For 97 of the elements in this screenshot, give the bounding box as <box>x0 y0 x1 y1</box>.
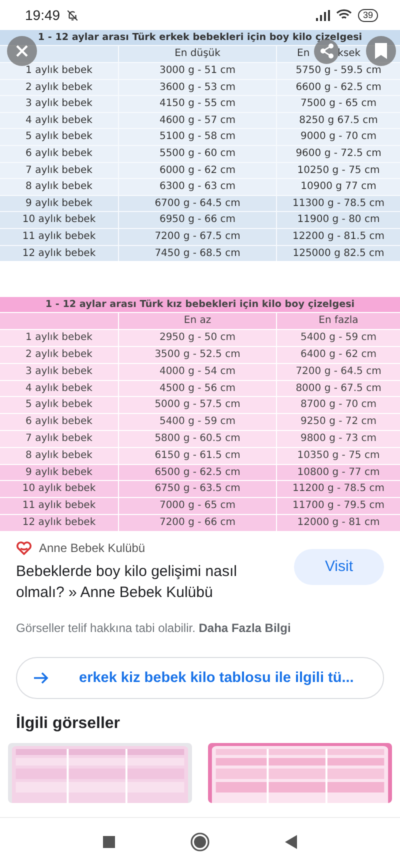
column-header: En düşük <box>119 46 276 62</box>
table-cell: 125000 g 82.5 cm <box>277 246 400 262</box>
table-cell: 4500 g - 56 cm <box>119 380 276 396</box>
table-cell: 7200 g - 66 cm <box>119 514 276 531</box>
table-cell: 10250 g - 75 cm <box>277 162 400 178</box>
table-cell: 8700 g - 70 cm <box>277 397 400 414</box>
table-cell: 6300 g - 63 cm <box>119 179 276 195</box>
table-cell: 3600 g - 53 cm <box>119 80 276 96</box>
table-cell: 1 aylık bebek <box>0 330 118 346</box>
table-cell: 7000 g - 65 cm <box>119 498 276 514</box>
table-cell: 12200 g - 81.5 cm <box>277 228 400 245</box>
table-cell: 7200 g - 64.5 cm <box>277 364 400 380</box>
table-cell: 11 aylık bebek <box>0 228 118 245</box>
table-cell: 3500 g - 52.5 cm <box>119 346 276 363</box>
table-cell: 10 aylık bebek <box>0 212 118 228</box>
table-cell: 5100 g - 58 cm <box>119 129 276 145</box>
table-cell: 6950 g - 66 cm <box>119 212 276 228</box>
table-cell: 5750 g - 59.5 cm <box>277 63 400 79</box>
table-cell: 7 aylık bebek <box>0 162 118 178</box>
bookmark-icon <box>375 43 387 59</box>
table-cell: 7450 g - 68.5 cm <box>119 246 276 262</box>
table-cell: 4600 g - 57 cm <box>119 112 276 128</box>
table-cell: 8000 g - 67.5 cm <box>277 380 400 396</box>
table-cell: 9800 g - 73 cm <box>277 430 400 447</box>
bell-off-icon <box>66 8 80 22</box>
table-cell: 7200 g - 67.5 cm <box>119 228 276 245</box>
table-cell: 4 aylık bebek <box>0 112 118 128</box>
table-cell: 5400 g - 59 cm <box>119 414 276 430</box>
close-icon <box>15 44 29 58</box>
table-cell: 12 aylık bebek <box>0 514 118 531</box>
table-cell: 10 aylık bebek <box>0 481 118 498</box>
column-header: En <box>297 47 310 61</box>
visit-button[interactable]: Visit <box>294 548 384 585</box>
table-cell: 6750 g - 63.5 cm <box>119 481 276 498</box>
table-cell: 4150 g - 55 cm <box>119 96 276 112</box>
battery-icon: 39 <box>358 8 378 22</box>
arrow-icon <box>33 670 49 685</box>
table-cell: 3000 g - 51 cm <box>119 63 276 79</box>
home-icon[interactable] <box>190 832 210 852</box>
table-cell: 6400 g - 62 cm <box>277 346 400 363</box>
table-cell: 7500 g - 65 cm <box>277 96 400 112</box>
table-cell: 6 aylık bebek <box>0 414 118 430</box>
table-cell: 2 aylık bebek <box>0 346 118 363</box>
back-icon[interactable] <box>285 835 297 849</box>
table-cell: 10800 g - 77 cm <box>277 464 400 480</box>
table-cell: 8 aylık bebek <box>0 448 118 464</box>
table-cell: 5000 g - 57.5 cm <box>119 397 276 414</box>
table-cell: 5 aylık bebek <box>0 129 118 145</box>
table-cell: 8 aylık bebek <box>0 179 118 195</box>
table-cell: 9 aylık bebek <box>0 464 118 480</box>
table-cell: 10900 g 77 cm <box>277 179 400 195</box>
table-cell: 5 aylık bebek <box>0 397 118 414</box>
table-cell: 5500 g - 60 cm <box>119 146 276 162</box>
share-icon <box>318 43 334 59</box>
related-search-button[interactable]: erkek kiz bebek kilo tablosu ile ilgili tü... <box>16 656 384 699</box>
column-header: En fazla <box>277 313 400 330</box>
column-header: En az <box>119 313 276 330</box>
heart-logo-icon <box>16 540 32 555</box>
table-cell: 6700 g - 64.5 cm <box>119 196 276 212</box>
wifi-icon <box>336 9 352 21</box>
table-cell: 4000 g - 54 cm <box>119 364 276 380</box>
table-cell: 7 aylık bebek <box>0 430 118 447</box>
table-cell: 6500 g - 62.5 cm <box>119 464 276 480</box>
copyright-notice: Görseller telif hakkına tabi olabilir. Daha Fazla Bilgi <box>15 620 292 635</box>
table-cell: 12 aylık bebek <box>0 246 118 262</box>
table-title: 1 - 12 aylar arası Türk erkek bebekleri için boy kilo çizelgesi <box>0 30 400 45</box>
result-title[interactable]: Bebeklerde boy kilo gelişimi nasıl olmalı? » Anne Bebek Kulübü <box>16 560 278 603</box>
table-cell: 1 aylık bebek <box>0 63 118 79</box>
table-cell: 4 aylık bebek <box>0 380 118 396</box>
table-cell: 9250 g - 72 cm <box>277 414 400 430</box>
table-cell: 11200 g - 78.5 cm <box>277 481 400 498</box>
table-cell: 12000 g - 81 cm <box>277 514 400 531</box>
table-cell: 11300 g - 78.5 cm <box>277 196 400 212</box>
table-title: 1 - 12 aylar arası Türk kız bebekleri için kilo boy çizelgesi <box>0 297 400 312</box>
table-cell: 10350 g - 75 cm <box>277 448 400 464</box>
signal-icon <box>316 10 330 20</box>
section-heading: İlgili görseller <box>15 713 122 733</box>
column-header: ksek <box>338 47 361 61</box>
table-cell: 5800 g - 60.5 cm <box>119 430 276 447</box>
table-cell: 11 aylık bebek <box>0 498 118 514</box>
table-cell: 3 aylık bebek <box>0 96 118 112</box>
table-cell: 9600 g - 72.5 cm <box>277 146 400 162</box>
table-cell: 11700 g - 79.5 cm <box>277 498 400 514</box>
table-cell: 11900 g - 80 cm <box>277 212 400 228</box>
table-cell: 8250 g 67.5 cm <box>277 112 400 128</box>
table-cell: 6 aylık bebek <box>0 146 118 162</box>
table-cell: 6000 g - 62 cm <box>119 162 276 178</box>
table-cell: 2950 g - 50 cm <box>119 330 276 346</box>
table-cell: 6600 g - 62.5 cm <box>277 80 400 96</box>
table-cell: 3 aylık bebek <box>0 364 118 380</box>
source-name[interactable]: Anne Bebek Kulübü <box>39 540 146 555</box>
table-cell: 9000 g - 70 cm <box>277 129 400 145</box>
table-cell: 2 aylık bebek <box>0 80 118 96</box>
table-cell: 9 aylık bebek <box>0 196 118 212</box>
table-cell: 5400 g - 59 cm <box>277 330 400 346</box>
table-cell: 6150 g - 61.5 cm <box>119 448 276 464</box>
status-time: 19:49 <box>25 7 60 23</box>
